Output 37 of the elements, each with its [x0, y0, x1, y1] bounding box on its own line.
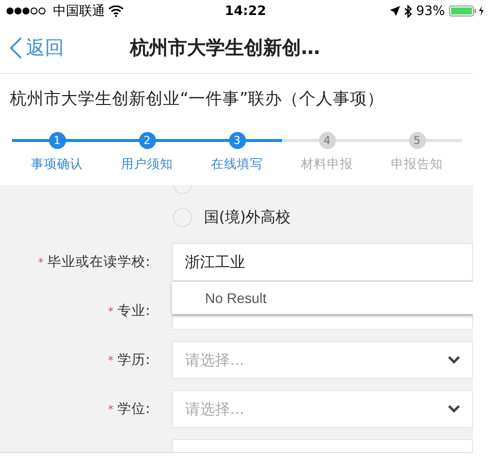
- chevron-down-icon: [448, 405, 460, 413]
- step-number: 2: [138, 132, 156, 149]
- radio-label: 国(境)外高校: [204, 208, 291, 226]
- input-field[interactable]: [172, 315, 473, 330]
- field-label: 学历:: [117, 352, 150, 368]
- field-label: 学位:: [117, 401, 150, 417]
- step-label: 材料申报: [301, 156, 353, 173]
- carrier-name: 中国联通: [53, 3, 105, 20]
- step-label: 申报告知: [391, 156, 443, 173]
- battery-percent: 93%: [416, 4, 445, 18]
- school-input-field[interactable]: 浙江工业: [172, 243, 473, 281]
- location-arrow-icon: [390, 6, 400, 16]
- step-number: 1: [48, 132, 66, 149]
- step-number: 3: [228, 132, 246, 149]
- required-asterisk: *: [108, 403, 114, 416]
- step-label: 事项确认: [31, 156, 83, 173]
- chevron-left-icon: [10, 36, 22, 58]
- required-asterisk: *: [108, 354, 114, 367]
- chevron-down-icon: [448, 356, 460, 364]
- autocomplete-menu[interactable]: No Result: [172, 281, 473, 314]
- bluetooth-icon: [404, 4, 412, 18]
- step-number: 5: [408, 132, 426, 149]
- clock-time: 14:22: [224, 4, 268, 18]
- required-asterisk: *: [108, 305, 114, 318]
- required-asterisk: *: [38, 256, 44, 269]
- select-field[interactable]: 请选择...: [172, 390, 473, 428]
- step-label: 在线填写: [211, 156, 263, 173]
- step-label: 用户须知: [121, 156, 173, 173]
- battery-charging-icon: [449, 5, 485, 17]
- select-field[interactable]: 请选择...: [172, 341, 473, 379]
- field-label: 专业:: [117, 303, 150, 319]
- wifi-icon: [108, 5, 124, 17]
- step-number: 4: [318, 132, 336, 149]
- back-button[interactable]: 返回: [0, 34, 64, 60]
- page-title: 杭州市大学生创新创…: [130, 36, 320, 60]
- section-heading: 杭州市大学生创新创业“一件事”联办（个人事项）: [10, 89, 384, 108]
- field-label: 毕业或在读学校:: [47, 254, 150, 270]
